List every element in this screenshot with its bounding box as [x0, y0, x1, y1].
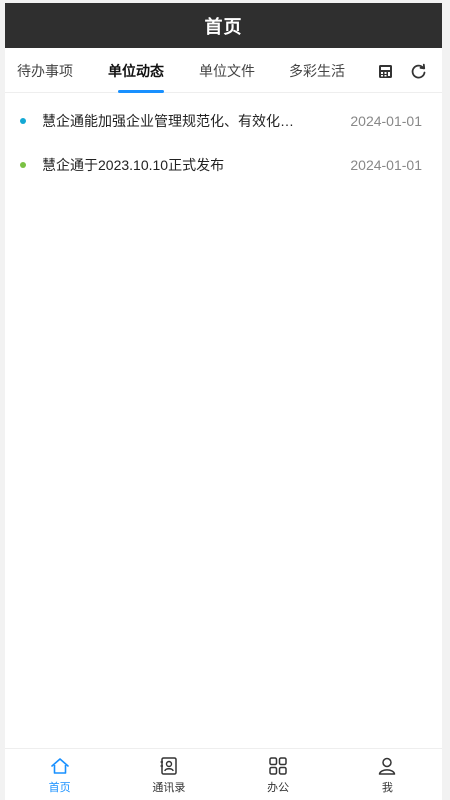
tabbar-item-office[interactable]: 办公 [224, 749, 333, 800]
bullet-dot [20, 162, 26, 168]
contacts-icon [158, 755, 180, 777]
news-date: 2024-01-01 [350, 113, 422, 129]
tab-unit-news[interactable]: 单位动态 [108, 61, 164, 81]
tab-colorful-life[interactable]: 多彩生活 [289, 61, 345, 81]
page-title: 首页 [204, 16, 243, 37]
news-title: 慧企通能加强企业管理规范化、有效化、精细化 [42, 113, 302, 129]
refresh-icon[interactable] [409, 62, 427, 80]
tabbar-label: 首页 [48, 781, 71, 794]
tabbar-item-contacts[interactable]: 通讯录 [114, 749, 223, 800]
screen-frame: 首页 待办事项 单位动态 单位文件 多彩生活 慧企通能加强企业管理规范化、有效化… [0, 0, 450, 800]
list-item[interactable]: 慧企通能加强企业管理规范化、有效化、精细化 2024-01-01 [5, 99, 442, 143]
app-window: 首页 待办事项 单位动态 单位文件 多彩生活 慧企通能加强企业管理规范化、有效化… [5, 3, 442, 800]
news-list: 慧企通能加强企业管理规范化、有效化、精细化 2024-01-01 慧企通于202… [5, 93, 442, 187]
tabbar-label: 我 [381, 781, 393, 794]
home-icon [49, 755, 71, 777]
tabbar-label: 办公 [267, 781, 290, 794]
tabbar-item-me[interactable]: 我 [333, 749, 442, 800]
active-tab-indicator [118, 90, 164, 93]
tab-todo[interactable]: 待办事项 [17, 61, 73, 81]
tab-unit-files[interactable]: 单位文件 [199, 61, 255, 81]
bullet-dot [20, 118, 26, 124]
page-header: 首页 [5, 3, 442, 48]
tabbar-label: 通讯录 [152, 781, 186, 794]
news-title: 慧企通于2023.10.10正式发布 [42, 157, 225, 173]
news-date: 2024-01-01 [350, 157, 422, 173]
bottom-tab-bar: 首页 通讯录 办公 我 [5, 748, 442, 800]
category-tabs: 待办事项 单位动态 单位文件 多彩生活 [5, 48, 442, 93]
apps-icon [267, 755, 289, 777]
calculator-icon[interactable] [376, 62, 394, 80]
user-icon [376, 755, 398, 777]
list-item[interactable]: 慧企通于2023.10.10正式发布 2024-01-01 [5, 143, 442, 187]
tabbar-item-home[interactable]: 首页 [5, 749, 114, 800]
